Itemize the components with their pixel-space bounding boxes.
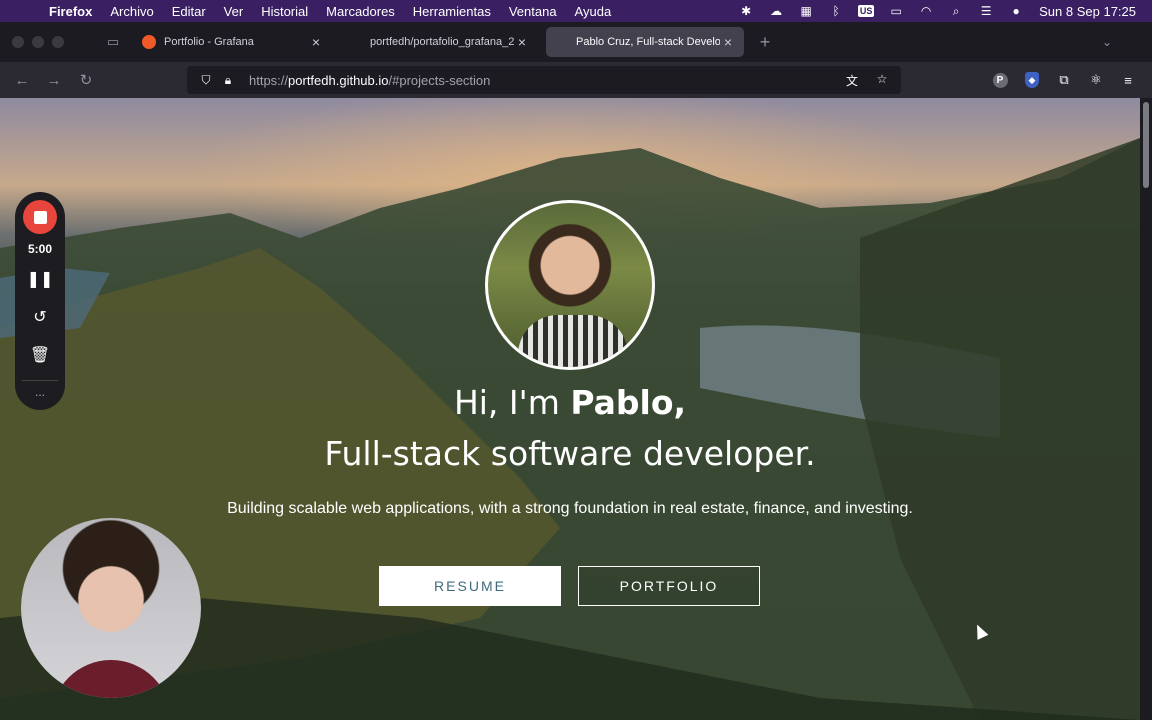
portfolio-favicon-icon — [554, 35, 568, 49]
list-all-tabs-chevron-icon[interactable]: ⌄ — [1102, 35, 1112, 49]
hero-tagline: Building scalable web applications, with… — [227, 500, 913, 517]
greeting-text: Hi, I'm — [453, 383, 571, 422]
zoom-window-icon[interactable] — [52, 36, 64, 48]
firefox-view-icon[interactable]: ▭ — [100, 29, 126, 55]
avatar-shirt — [518, 315, 628, 367]
url-text[interactable]: https://portfedh.github.io/#projects-sec… — [249, 73, 490, 88]
close-window-icon[interactable] — [12, 36, 24, 48]
tracking-shield-icon[interactable]: ⛉ — [195, 73, 217, 88]
github-favicon-icon — [348, 35, 362, 49]
translate-icon[interactable]: 文 — [841, 72, 863, 89]
menu-herramientas[interactable]: Herramientas — [404, 4, 500, 19]
react-devtools-icon[interactable]: ⚛ — [1080, 72, 1112, 88]
hamburger-menu-icon[interactable]: ≡ — [1112, 73, 1144, 88]
layout-icon[interactable]: ▦ — [791, 0, 821, 22]
cloud-icon[interactable]: ☁ — [761, 0, 791, 22]
macos-menu-bar: Firefox Archivo Editar Ver Historial Mar… — [0, 0, 1152, 22]
menu-ayuda[interactable]: Ayuda — [566, 4, 621, 19]
menu-marcadores[interactable]: Marcadores — [317, 4, 404, 19]
url-path: /#projects-section — [388, 72, 491, 88]
page-scrollbar[interactable] — [1140, 98, 1152, 720]
tab-github[interactable]: portfedh/portafolio_grafana_20 × — [340, 27, 538, 57]
url-host: portfedh.github.io — [288, 72, 389, 88]
tab-portfolio[interactable]: Pablo Cruz, Full-stack Develope × — [546, 27, 744, 57]
tab-title: Pablo Cruz, Full-stack Develope — [576, 36, 720, 48]
tab-title: Portfolio - Grafana — [164, 36, 254, 48]
reload-icon[interactable]: ↻ — [70, 66, 102, 94]
minimize-window-icon[interactable] — [32, 36, 44, 48]
close-tab-icon[interactable]: × — [514, 34, 530, 50]
menu-editar[interactable]: Editar — [163, 4, 215, 19]
forward-arrow-icon[interactable]: → — [38, 66, 70, 94]
keyboard-us-icon[interactable]: US — [851, 0, 881, 22]
tab-strip: ▭ Portfolio - Grafana × portfedh/portafo… — [0, 22, 1152, 62]
gear-icon[interactable]: ✱ — [731, 0, 761, 22]
scrollbar-thumb[interactable] — [1143, 102, 1149, 188]
grafana-favicon-icon — [142, 35, 156, 49]
window-controls — [0, 36, 80, 48]
pause-icon[interactable]: ❚❚ — [25, 264, 55, 294]
extensions-puzzle-icon[interactable]: ⧉ — [1048, 72, 1080, 88]
url-scheme: https:// — [249, 72, 289, 88]
menu-bar-clock[interactable]: Sun 8 Sep 17:25 — [1031, 4, 1136, 19]
menu-archivo[interactable]: Archivo — [101, 4, 162, 19]
webcam-preview-bubble[interactable] — [21, 518, 201, 698]
battery-icon[interactable]: ▭ — [881, 0, 911, 22]
siri-icon[interactable]: ● — [1001, 0, 1031, 22]
bitwarden-shield-icon[interactable]: ◆ — [1016, 72, 1048, 88]
screen-recorder-widget: 5:00 ❚❚ ↺ 🗑︎ ... — [15, 192, 65, 410]
menu-app-firefox[interactable]: Firefox — [40, 4, 101, 19]
portfolio-button[interactable]: PORTFOLIO — [578, 566, 760, 606]
control-center-icon[interactable]: ☰ — [971, 0, 1001, 22]
stop-icon — [33, 210, 47, 224]
hero-role: Full-stack software developer. — [324, 434, 816, 473]
hero-greeting: Hi, I'm Pablo, — [0, 383, 1140, 422]
tab-title: portfedh/portafolio_grafana_20 — [370, 36, 514, 48]
close-tab-icon[interactable]: × — [720, 34, 736, 50]
close-tab-icon[interactable]: × — [308, 34, 324, 50]
search-icon[interactable]: ⌕ — [941, 0, 971, 22]
back-arrow-icon[interactable]: ← — [6, 66, 38, 94]
keyboard-layout-label: US — [857, 5, 875, 17]
menu-ver[interactable]: Ver — [215, 4, 253, 19]
lock-icon[interactable]: 🔒︎ — [217, 73, 239, 88]
recording-timer: 5:00 — [27, 242, 53, 256]
url-bar[interactable]: ⛉ 🔒︎ https://portfedh.github.io/#project… — [187, 66, 901, 94]
stop-recording-button[interactable] — [23, 200, 57, 234]
recorder-divider — [22, 380, 58, 381]
bluetooth-icon[interactable]: ᛒ — [821, 0, 851, 22]
webcam-person — [51, 660, 171, 698]
menu-historial[interactable]: Historial — [252, 4, 317, 19]
navigation-toolbar: ← → ↻ ⛉ 🔒︎ https://portfedh.github.io/#p… — [0, 62, 1152, 98]
profile-avatar — [485, 200, 655, 370]
tab-grafana[interactable]: Portfolio - Grafana × — [134, 27, 332, 57]
menu-ventana[interactable]: Ventana — [500, 4, 566, 19]
greeting-name: Pablo, — [570, 383, 687, 422]
trash-icon[interactable]: 🗑︎ — [25, 340, 55, 370]
extension-p-icon[interactable]: P — [984, 72, 1016, 88]
wifi-icon[interactable]: ◠ — [911, 0, 941, 22]
resume-button[interactable]: RESUME — [379, 566, 561, 606]
bookmark-star-icon[interactable]: ☆ — [871, 72, 893, 89]
new-tab-plus-icon[interactable]: + — [752, 29, 778, 55]
restart-icon[interactable]: ↺ — [25, 302, 55, 332]
more-options-icon[interactable]: ... — [35, 385, 45, 399]
